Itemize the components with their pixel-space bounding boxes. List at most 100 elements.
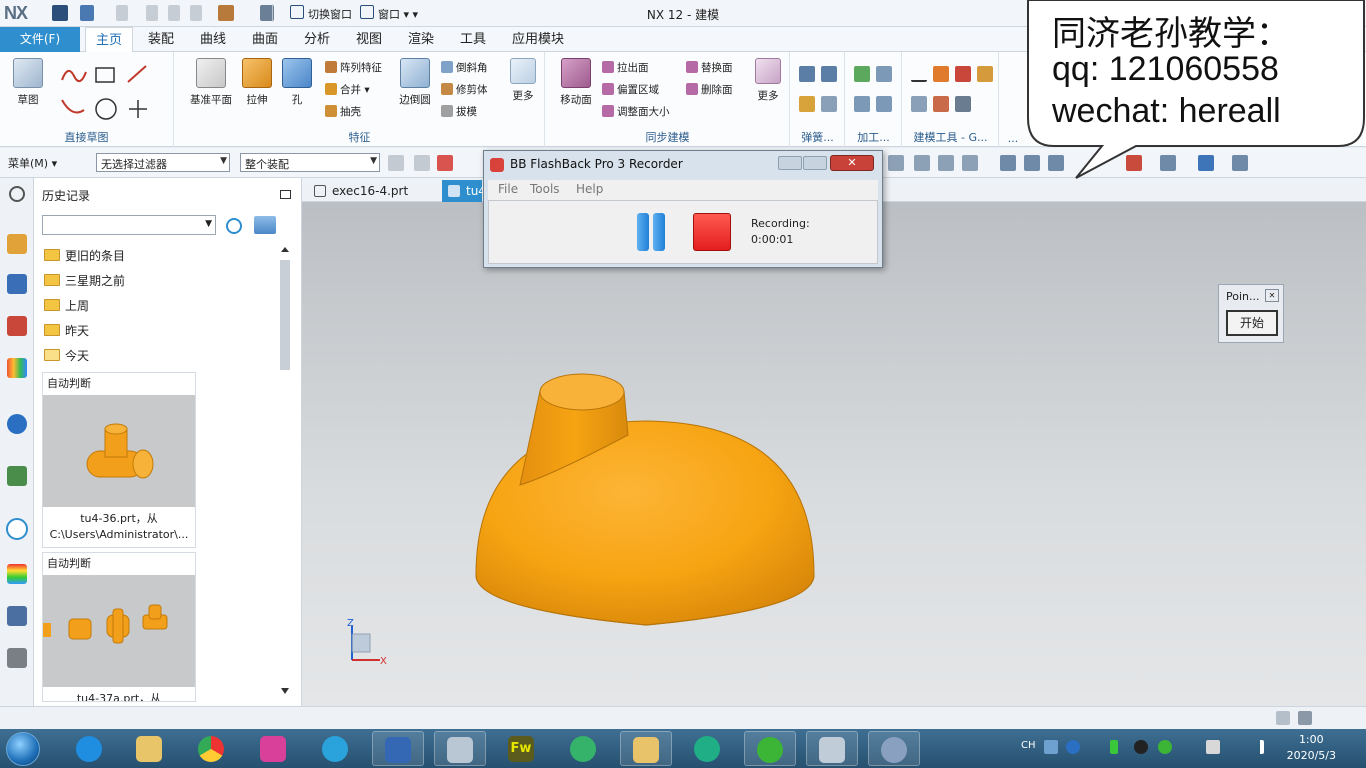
- tray-icon[interactable]: [1044, 740, 1058, 754]
- tool-icon[interactable]: [955, 96, 971, 112]
- tab-surface[interactable]: 曲面: [242, 27, 288, 52]
- fit-view-icon[interactable]: [1000, 155, 1016, 171]
- list-item[interactable]: 三星期之前: [44, 270, 125, 292]
- move-face-button[interactable]: 移动面: [554, 58, 598, 107]
- rectangle-icon[interactable]: [95, 67, 115, 83]
- maximize-button[interactable]: [803, 156, 827, 170]
- pause-icon[interactable]: [653, 213, 665, 251]
- minimize-button[interactable]: [778, 156, 802, 170]
- tab-curve[interactable]: 曲线: [190, 27, 236, 52]
- menu-file[interactable]: File: [498, 182, 518, 196]
- tab-home[interactable]: 主页: [85, 27, 134, 52]
- tool-icon[interactable]: [821, 96, 837, 112]
- wechat-app[interactable]: [744, 731, 796, 766]
- selection-filter-combo[interactable]: 无选择过滤器 ▼: [96, 153, 230, 172]
- replace-face-button[interactable]: 替换面: [686, 60, 733, 75]
- web-browser-icon[interactable]: [7, 466, 27, 486]
- close-button[interactable]: ✕: [830, 155, 874, 171]
- roles-icon[interactable]: [7, 606, 27, 626]
- telegram-app[interactable]: [310, 731, 362, 766]
- history-filter-combo[interactable]: ▼: [42, 215, 216, 235]
- tab-assembly[interactable]: 装配: [138, 27, 184, 52]
- ie-app[interactable]: [64, 731, 116, 766]
- view-tool-icon[interactable]: [914, 155, 930, 171]
- constraint-navigator-icon[interactable]: [7, 274, 27, 294]
- app-button[interactable]: [248, 731, 300, 766]
- cylinder-top-face[interactable]: [539, 373, 625, 411]
- gear-icon[interactable]: [799, 96, 815, 112]
- close-icon[interactable]: ✕: [1265, 289, 1279, 302]
- spring-icon[interactable]: [799, 66, 815, 82]
- assembly-scope-combo[interactable]: 整个装配 ▼: [240, 153, 380, 172]
- network-icon[interactable]: [1250, 740, 1264, 754]
- battery-icon[interactable]: [1110, 740, 1118, 754]
- trim-body-button[interactable]: 修剪体: [441, 82, 488, 97]
- sketch-button[interactable]: 草图: [6, 58, 50, 107]
- offset-region-button[interactable]: 偏置区域: [602, 82, 659, 97]
- triangle-icon[interactable]: [911, 66, 927, 82]
- tool-icon[interactable]: [911, 96, 927, 112]
- delete-face-button[interactable]: 删除面: [686, 82, 733, 97]
- info-icon[interactable]: [7, 414, 27, 434]
- maximize-icon[interactable]: [280, 190, 291, 199]
- start-button[interactable]: [6, 732, 40, 766]
- tool-icon[interactable]: [876, 96, 892, 112]
- part-navigator-icon[interactable]: [7, 316, 27, 336]
- tool-icon[interactable]: [955, 66, 971, 82]
- fireworks-app[interactable]: Fw: [496, 731, 548, 766]
- menu-tools[interactable]: Tools: [530, 182, 560, 196]
- snap-point-icon[interactable]: [437, 155, 453, 171]
- circle-icon[interactable]: [95, 98, 117, 120]
- tab-tools[interactable]: 工具: [450, 27, 496, 52]
- input-method-indicator[interactable]: CH: [1021, 740, 1036, 751]
- stop-button[interactable]: [693, 213, 731, 251]
- hole-button[interactable]: 孔: [275, 58, 319, 107]
- list-item[interactable]: 更旧的条目: [44, 245, 125, 267]
- start-button[interactable]: 开始: [1226, 310, 1278, 336]
- part-model[interactable]: [462, 363, 822, 683]
- wechat-tray-icon[interactable]: [1158, 740, 1172, 754]
- history-card[interactable]: 自动判断 tu4-37a.prt，从: [42, 552, 196, 702]
- arc-icon[interactable]: [61, 99, 85, 114]
- list-item[interactable]: 上周: [44, 295, 89, 317]
- tab-render[interactable]: 渲染: [398, 27, 444, 52]
- tab-analysis[interactable]: 分析: [294, 27, 340, 52]
- pull-face-button[interactable]: 拉出面: [602, 60, 649, 75]
- edge-blend-button[interactable]: 边倒圆: [393, 58, 437, 107]
- volume-icon[interactable]: [1206, 740, 1220, 754]
- datum-plane-button[interactable]: 基准平面: [189, 58, 233, 107]
- app-button[interactable]: [806, 731, 858, 766]
- menu-button[interactable]: 菜单(M) ▾: [8, 155, 57, 171]
- palette-icon[interactable]: [7, 564, 27, 584]
- chamfer-button[interactable]: 倒斜角: [441, 60, 488, 75]
- extrude-button[interactable]: 拉伸: [235, 58, 279, 107]
- history-clock-icon[interactable]: [6, 518, 28, 540]
- chrome-app[interactable]: [186, 731, 238, 766]
- view-tool-icon[interactable]: [888, 155, 904, 171]
- view-tool-icon[interactable]: [938, 155, 954, 171]
- tab-tu4[interactable]: tu4: [442, 180, 486, 202]
- menu-help[interactable]: Help: [576, 182, 603, 196]
- history-card[interactable]: 自动判断 tu4-36.prt，从 C:\Users\Administrator…: [42, 372, 196, 548]
- machining-icon[interactable]: [854, 66, 870, 82]
- list-item[interactable]: 昨天: [44, 320, 89, 342]
- point-icon[interactable]: [129, 100, 147, 118]
- tool-icon[interactable]: [854, 96, 870, 112]
- tool-icon[interactable]: [933, 66, 949, 82]
- list-item[interactable]: 今天: [44, 345, 89, 367]
- status-icon[interactable]: [1276, 711, 1290, 725]
- app-button[interactable]: [434, 731, 486, 766]
- tool-icon[interactable]: [821, 66, 837, 82]
- tab-view[interactable]: 视图: [346, 27, 392, 52]
- line-icon[interactable]: [127, 65, 147, 83]
- more-features-button[interactable]: 更多: [501, 58, 545, 103]
- snap-icon[interactable]: [388, 155, 404, 171]
- status-icon[interactable]: [1298, 711, 1312, 725]
- media-app[interactable]: [558, 731, 610, 766]
- qq-icon[interactable]: [1134, 740, 1148, 754]
- studio-spline-icon[interactable]: [61, 69, 87, 83]
- file-tab[interactable]: 文件(F): [0, 27, 80, 52]
- pause-icon[interactable]: [637, 213, 649, 251]
- draft-button[interactable]: 拔模: [441, 104, 477, 119]
- gear-icon[interactable]: [9, 186, 25, 202]
